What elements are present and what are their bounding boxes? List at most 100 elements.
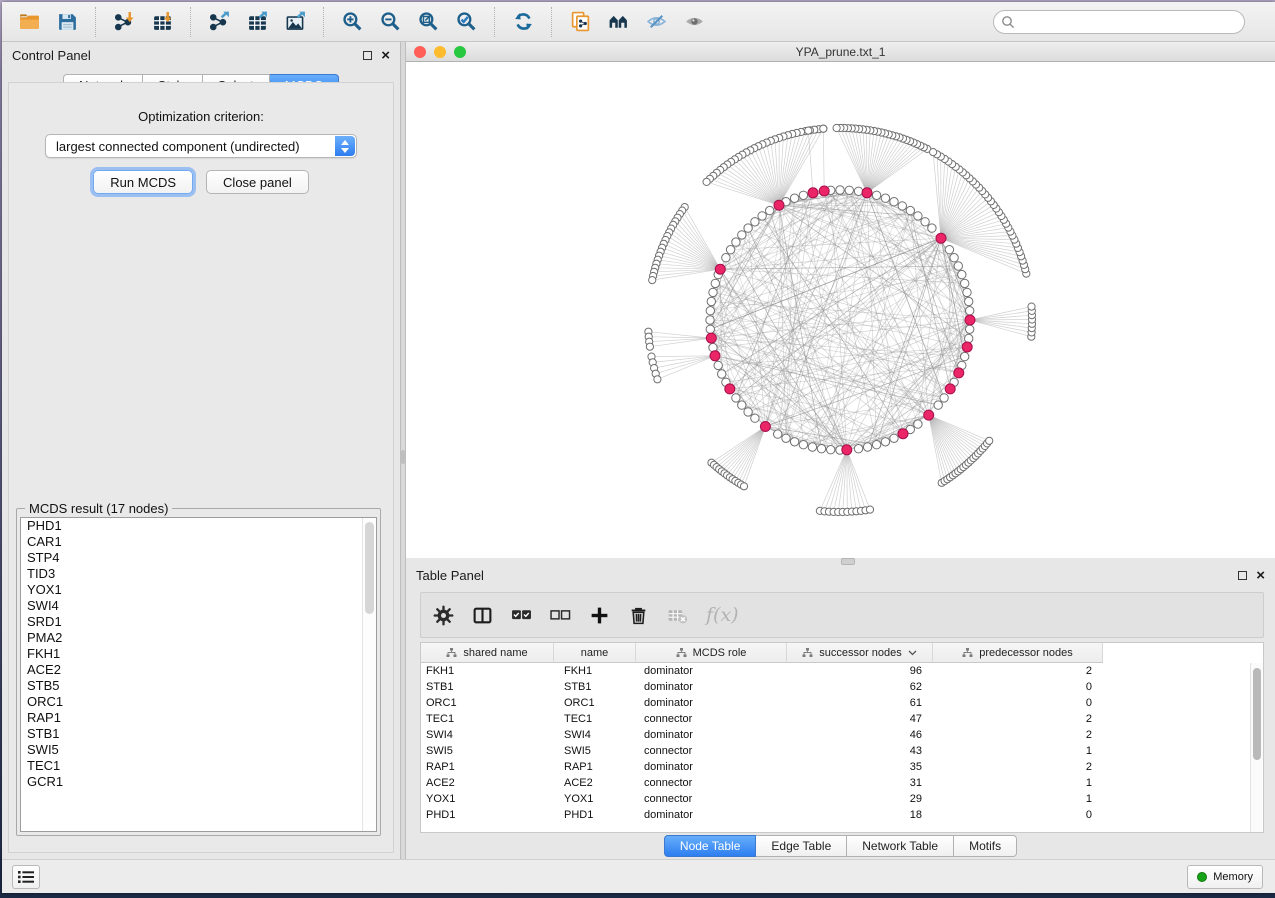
mcds-list-scrollbar[interactable]: [362, 518, 376, 831]
mcds-node-item[interactable]: CAR1: [21, 534, 376, 550]
mcds-node-item[interactable]: STB5: [21, 678, 376, 694]
table-row[interactable]: SWI5SWI5connector431: [421, 743, 1263, 759]
maximize-window-icon[interactable]: [454, 46, 466, 58]
mcds-hub-node[interactable]: [710, 351, 720, 361]
column-chooser-button[interactable]: [472, 605, 493, 626]
optimization-criterion-select[interactable]: largest connected component (undirected): [45, 134, 357, 158]
delete-column-button[interactable]: [628, 605, 649, 626]
export-table-button[interactable]: [238, 5, 276, 39]
minimize-window-icon[interactable]: [434, 46, 446, 58]
export-network-button[interactable]: [200, 5, 238, 39]
mcds-hub-node[interactable]: [936, 233, 946, 243]
task-history-button[interactable]: [12, 865, 40, 889]
zoom-out-button[interactable]: [371, 5, 409, 39]
network-graph[interactable]: [406, 62, 1275, 558]
float-panel-icon[interactable]: [363, 51, 372, 60]
close-table-panel-icon[interactable]: ×: [1256, 571, 1265, 580]
cell-shared-name: YOX1: [421, 791, 554, 807]
mcds-hub-node[interactable]: [715, 264, 725, 274]
select-all-button[interactable]: [511, 605, 532, 626]
search-input[interactable]: [993, 10, 1245, 34]
table-row[interactable]: TEC1TEC1connector472: [421, 711, 1263, 727]
tab-motifs[interactable]: Motifs: [954, 835, 1017, 857]
new-network-from-selection-button[interactable]: [561, 5, 599, 39]
table-scrollbar[interactable]: [1250, 663, 1263, 832]
mcds-node-item[interactable]: SWI4: [21, 598, 376, 614]
first-neighbors-button[interactable]: [599, 5, 637, 39]
settings-gear-button[interactable]: [433, 605, 454, 626]
table-row[interactable]: YOX1YOX1connector291: [421, 791, 1263, 807]
table-row[interactable]: STB1STB1dominator620: [421, 679, 1263, 695]
mcds-hub-node[interactable]: [965, 315, 975, 325]
hide-selected-button[interactable]: [637, 5, 675, 39]
zoom-fit-button[interactable]: [409, 5, 447, 39]
graph-node: [707, 297, 715, 305]
mcds-node-item[interactable]: ORC1: [21, 694, 376, 710]
import-table-button[interactable]: [143, 5, 181, 39]
column-header-successor-nodes[interactable]: successor nodes: [787, 643, 933, 663]
mcds-hub-node[interactable]: [842, 445, 852, 455]
mcds-hub-node[interactable]: [774, 200, 784, 210]
column-header-shared-name[interactable]: shared name: [421, 643, 554, 663]
close-panel-button[interactable]: Close panel: [206, 170, 309, 194]
tab-edge-table[interactable]: Edge Table: [756, 835, 847, 857]
table-row[interactable]: SWI4SWI4dominator462: [421, 727, 1263, 743]
deselect-all-button[interactable]: [550, 605, 571, 626]
horizontal-splitter-grip[interactable]: [841, 558, 855, 565]
mcds-hub-node[interactable]: [706, 333, 716, 343]
tab-node-table[interactable]: Node Table: [664, 835, 757, 857]
memory-button[interactable]: Memory: [1187, 865, 1263, 889]
column-header-MCDS-role[interactable]: MCDS role: [636, 643, 787, 663]
close-panel-icon[interactable]: ×: [381, 51, 390, 60]
zoom-selected-button[interactable]: [447, 5, 485, 39]
mcds-hub-node[interactable]: [962, 342, 972, 352]
mcds-hub-node[interactable]: [862, 188, 872, 198]
graph-leaf-node: [1028, 303, 1035, 310]
mcds-hub-node[interactable]: [954, 368, 964, 378]
show-all-button[interactable]: [675, 5, 713, 39]
refresh-button[interactable]: [504, 5, 542, 39]
mcds-node-item[interactable]: RAP1: [21, 710, 376, 726]
column-header-predecessor-nodes[interactable]: predecessor nodes: [933, 643, 1103, 663]
mcds-hub-node[interactable]: [808, 188, 818, 198]
table-row[interactable]: FKH1FKH1dominator962: [421, 663, 1263, 679]
table-row[interactable]: ACE2ACE2connector311: [421, 775, 1263, 791]
save-button[interactable]: [48, 5, 86, 39]
mcds-node-item[interactable]: ACE2: [21, 662, 376, 678]
import-network-button[interactable]: [105, 5, 143, 39]
export-image-button[interactable]: [276, 5, 314, 39]
open-folder-button[interactable]: [10, 5, 48, 39]
zoom-in-button[interactable]: [333, 5, 371, 39]
splitter-grip[interactable]: [401, 450, 405, 464]
mcds-node-item[interactable]: STB1: [21, 726, 376, 742]
add-column-button[interactable]: [589, 605, 610, 626]
mcds-hub-node[interactable]: [898, 429, 908, 439]
mcds-hub-node[interactable]: [760, 422, 770, 432]
mcds-node-item[interactable]: SWI5: [21, 742, 376, 758]
mcds-node-item[interactable]: STP4: [21, 550, 376, 566]
network-window-titlebar[interactable]: YPA_prune.txt_1: [406, 42, 1275, 62]
mcds-hub-node[interactable]: [725, 384, 735, 394]
mcds-hub-node[interactable]: [819, 186, 829, 196]
refresh-icon: [513, 11, 534, 32]
mcds-node-item[interactable]: SRD1: [21, 614, 376, 630]
mcds-node-item[interactable]: FKH1: [21, 646, 376, 662]
tab-network-table[interactable]: Network Table: [847, 835, 954, 857]
run-mcds-button[interactable]: Run MCDS: [93, 170, 193, 194]
column-header-name[interactable]: name: [554, 643, 636, 663]
mcds-node-item[interactable]: TID3: [21, 566, 376, 582]
mcds-node-item[interactable]: TEC1: [21, 758, 376, 774]
table-scrollbar-thumb[interactable]: [1253, 668, 1261, 760]
mcds-node-item[interactable]: GCR1: [21, 774, 376, 790]
table-row[interactable]: ORC1ORC1dominator610: [421, 695, 1263, 711]
mcds-hub-node[interactable]: [945, 384, 955, 394]
mcds-node-item[interactable]: PMA2: [21, 630, 376, 646]
table-row[interactable]: PHD1PHD1dominator180: [421, 807, 1263, 823]
mcds-node-item[interactable]: YOX1: [21, 582, 376, 598]
mcds-node-item[interactable]: PHD1: [21, 518, 376, 534]
float-table-panel-icon[interactable]: [1238, 571, 1247, 580]
close-window-icon[interactable]: [414, 46, 426, 58]
mcds-hub-node[interactable]: [924, 410, 934, 420]
network-canvas[interactable]: [406, 62, 1275, 558]
table-row[interactable]: RAP1RAP1dominator352: [421, 759, 1263, 775]
